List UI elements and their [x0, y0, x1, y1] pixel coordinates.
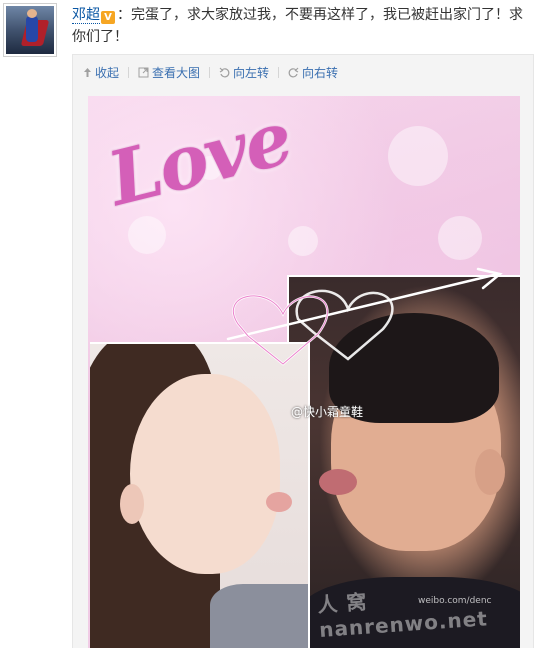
expand-image-icon	[138, 67, 149, 78]
heart-arrow-doodle	[226, 267, 503, 366]
view-large-label: 查看大图	[152, 65, 201, 80]
avatar[interactable]	[3, 3, 57, 57]
view-large-button[interactable]: 查看大图	[138, 64, 200, 81]
avatar-image	[6, 6, 54, 54]
verified-badge-icon[interactable]: V	[101, 11, 115, 24]
toolbar-divider	[209, 66, 211, 78]
toolbar-divider	[278, 66, 280, 78]
rotate-right-icon	[288, 67, 299, 78]
image-watermark-url: weibo.com/denc	[418, 596, 492, 606]
rotate-left-label: 向左转	[233, 65, 270, 80]
collapse-button[interactable]: 收起	[83, 64, 119, 81]
post-body: ：完蛋了，求大家放过我，不要再这样了，我已被赶出家门了！求你们了！	[72, 7, 523, 45]
rotate-left-icon	[219, 67, 230, 78]
post-text: 邓超 V ：完蛋了，求大家放过我，不要再这样了，我已被赶出家门了！求你们了！	[72, 4, 534, 48]
post-image[interactable]: Love @快小霜童鞋 人 窝 nanrenwo.net weibo.com/d…	[88, 96, 520, 648]
collapse-label: 收起	[95, 65, 120, 80]
rotate-right-label: 向右转	[302, 65, 339, 80]
image-watermark-handle: @快小霜童鞋	[291, 405, 364, 419]
image-toolbar: 收起 查看大图 向左转 向右转	[83, 62, 338, 82]
toolbar-divider	[128, 66, 130, 78]
username-link[interactable]: 邓超	[72, 7, 100, 24]
rotate-right-button[interactable]: 向右转	[288, 64, 338, 81]
love-overlay-text: Love	[100, 96, 300, 223]
girl-photo	[90, 342, 310, 648]
arrow-up-icon	[83, 67, 92, 78]
rotate-left-button[interactable]: 向左转	[219, 64, 269, 81]
media-box: 收起 查看大图 向左转 向右转 Love @快小霜童鞋 人 窝 nanrenwo…	[72, 54, 534, 648]
